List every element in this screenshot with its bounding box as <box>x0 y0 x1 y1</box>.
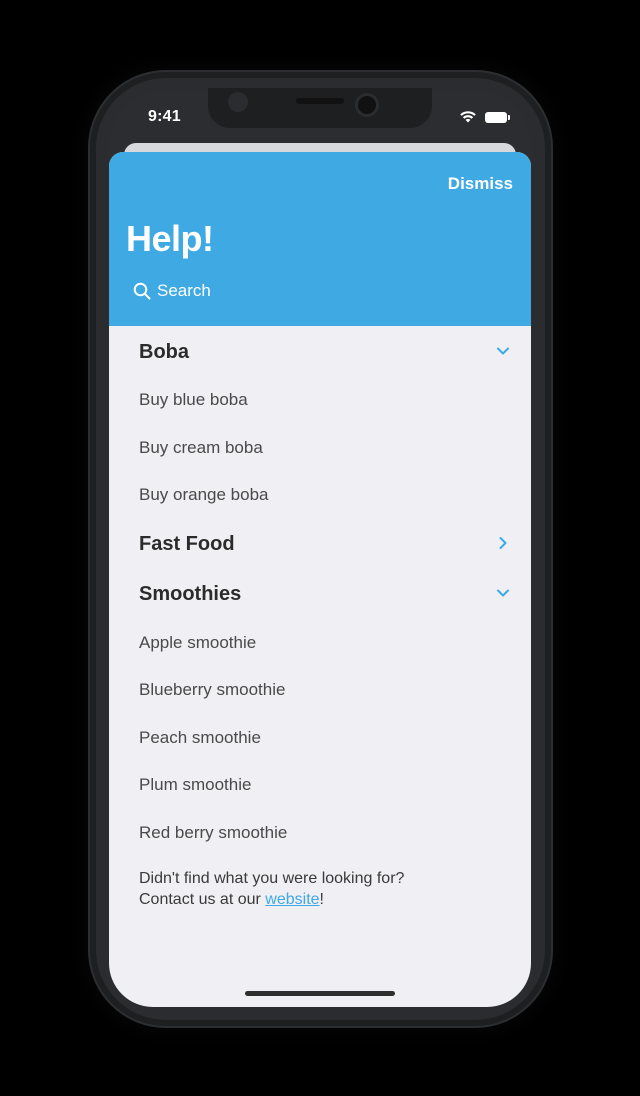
list-item[interactable]: Buy blue boba <box>139 380 509 420</box>
list-item[interactable]: Blueberry smoothie <box>139 670 509 710</box>
battery-icon <box>485 112 510 123</box>
section-label: Boba <box>139 340 189 363</box>
chevron-right-icon <box>499 537 507 549</box>
chevron-down-icon <box>497 347 509 355</box>
help-sheet: Dismiss Help! Search Boba Buy blue boba … <box>109 152 531 1007</box>
list-item[interactable]: Apple smoothie <box>139 623 509 663</box>
section-fast-food[interactable]: Fast Food <box>139 524 509 564</box>
speaker-grille <box>296 98 344 104</box>
list-item[interactable]: Peach smoothie <box>139 718 509 758</box>
chevron-down-icon <box>497 589 509 597</box>
dismiss-button[interactable]: Dismiss <box>448 174 513 194</box>
section-boba[interactable]: Boba <box>139 332 509 372</box>
help-footer: Didn't find what you were looking for? C… <box>139 868 509 910</box>
sensor-icon <box>228 92 248 112</box>
section-label: Smoothies <box>139 582 242 605</box>
home-indicator <box>245 991 395 996</box>
wifi-icon <box>460 111 476 123</box>
footer-suffix: ! <box>319 891 324 908</box>
section-smoothies[interactable]: Smoothies <box>139 574 509 614</box>
list-item[interactable]: Plum smoothie <box>139 765 509 805</box>
search-input[interactable]: Search <box>133 279 211 303</box>
footer-line-2: Contact us at our website! <box>139 889 509 910</box>
search-icon <box>133 282 151 300</box>
search-placeholder: Search <box>157 281 211 300</box>
list-item[interactable]: Red berry smoothie <box>139 813 509 853</box>
help-header: Dismiss Help! Search <box>109 152 531 326</box>
list-item[interactable]: Buy cream boba <box>139 428 509 468</box>
status-time: 9:41 <box>148 108 181 125</box>
camera-icon <box>358 96 376 114</box>
page-title: Help! <box>126 218 214 259</box>
footer-prefix: Contact us at our <box>139 891 266 908</box>
footer-line-1: Didn't find what you were looking for? <box>139 870 405 887</box>
list-item[interactable]: Buy orange boba <box>139 475 509 515</box>
website-link[interactable]: website <box>265 891 319 908</box>
section-label: Fast Food <box>139 532 235 555</box>
